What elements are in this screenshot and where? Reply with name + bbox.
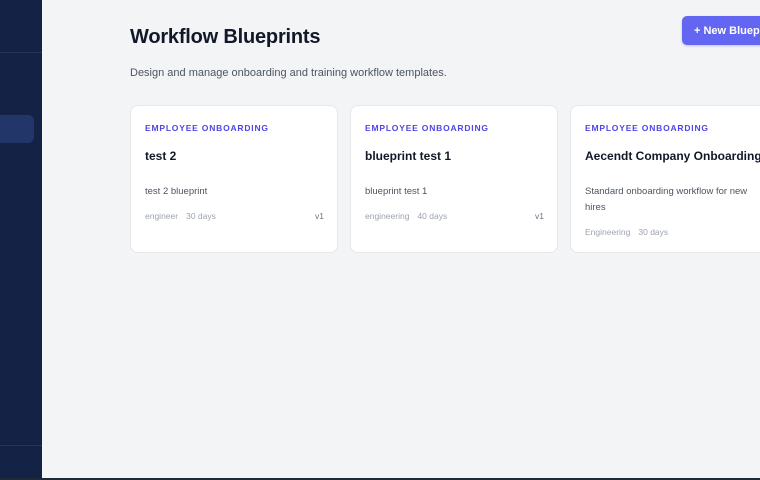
page-title: Workflow Blueprints (130, 26, 321, 48)
card-description: test 2 blueprint (145, 186, 208, 197)
card-department: engineer (145, 211, 179, 221)
card-title: Aecendt Company Onboarding (585, 149, 760, 163)
card-department: Engineering (585, 227, 631, 237)
blueprint-card[interactable]: EMPLOYEE ONBOARDING blueprint test 1 blu… (350, 105, 558, 253)
card-title: blueprint test 1 (365, 149, 452, 163)
card-version: v1 (315, 211, 324, 221)
page-subtitle: Design and manage onboarding and trainin… (130, 67, 447, 79)
card-category: EMPLOYEE ONBOARDING (145, 123, 269, 133)
card-description: Standard onboarding workflow for new hir… (585, 186, 748, 213)
card-meta: Engineering 30 days (585, 227, 668, 237)
blueprint-card[interactable]: EMPLOYEE ONBOARDING Aecendt Company Onbo… (570, 105, 760, 253)
card-category: EMPLOYEE ONBOARDING (365, 123, 489, 133)
card-duration: 40 days (417, 211, 448, 221)
new-blueprint-button[interactable]: + New Blueprint (682, 16, 760, 45)
card-duration: 30 days (186, 211, 216, 221)
main-content: Workflow Blueprints Design and manage on… (42, 0, 760, 478)
card-meta: engineer 30 days (145, 211, 216, 221)
sidebar (0, 0, 42, 478)
card-version: v1 (535, 211, 544, 221)
card-title: test 2 (145, 149, 177, 163)
card-department: engineering (365, 211, 410, 221)
blueprint-card[interactable]: EMPLOYEE ONBOARDING test 2 test 2 bluepr… (130, 105, 338, 253)
sidebar-item-active[interactable] (0, 115, 34, 143)
card-duration: 30 days (638, 227, 669, 237)
card-meta: engineering 40 days (365, 211, 447, 221)
card-description: blueprint test 1 (365, 186, 428, 197)
sidebar-divider (0, 52, 42, 53)
card-category: EMPLOYEE ONBOARDING (585, 123, 709, 133)
sidebar-divider (0, 445, 42, 446)
